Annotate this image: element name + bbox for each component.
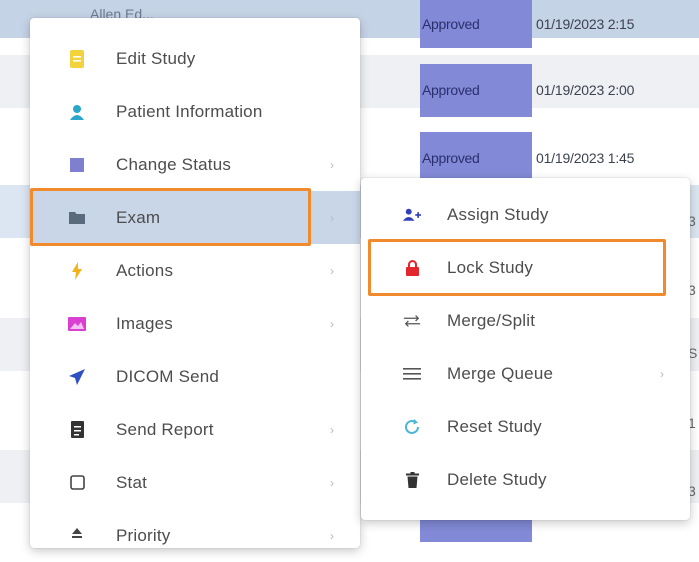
chevron-right-icon: › [330, 157, 334, 172]
add-user-icon [403, 206, 421, 224]
person-icon [68, 103, 86, 121]
menu-item-label: Merge/Split [447, 310, 536, 330]
chevron-right-icon: › [330, 263, 334, 278]
trash-icon [403, 471, 421, 489]
date-cell: 01/19/2023 2:15 [536, 16, 635, 32]
checkbox-icon [68, 474, 86, 492]
menu-item-assign-study[interactable]: Assign Study [361, 188, 690, 241]
lock-icon [403, 259, 421, 277]
menu-item-label: Delete Study [447, 469, 547, 489]
folder-icon [68, 209, 86, 227]
menu-item-label: Assign Study [447, 204, 549, 224]
menu-item-send-report[interactable]: Send Report › [30, 403, 360, 456]
menu-item-label: Actions [116, 260, 174, 280]
chevron-right-icon: › [330, 422, 334, 437]
menu-item-label: Exam [116, 207, 161, 227]
menu-item-merge-split[interactable]: Merge/Split [361, 294, 690, 347]
lightning-icon [68, 261, 86, 280]
chevron-right-icon: › [330, 210, 334, 225]
menu-item-images[interactable]: Images › [30, 297, 360, 350]
swap-arrows-icon [403, 312, 421, 330]
context-menu: Edit Study Patient Information Change St… [30, 18, 360, 548]
menu-item-label: Lock Study [447, 257, 534, 277]
menu-item-label: Reset Study [447, 416, 542, 436]
menu-item-label: Merge Queue [447, 363, 554, 383]
send-icon [68, 368, 86, 386]
refresh-icon [403, 418, 421, 436]
menu-item-label: DICOM Send [116, 366, 220, 386]
menu-item-label: Change Status [116, 154, 232, 174]
status-square-icon [68, 156, 86, 174]
report-icon [68, 421, 86, 439]
menu-item-exam[interactable]: Exam › [30, 191, 360, 244]
chevron-right-icon: › [660, 366, 664, 381]
menu-item-change-status[interactable]: Change Status › [30, 138, 360, 191]
menu-item-label: Send Report [116, 419, 214, 439]
menu-item-delete-study[interactable]: Delete Study [361, 453, 690, 506]
menu-item-label: Images [116, 313, 173, 333]
menu-item-priority[interactable]: Priority › [30, 509, 360, 562]
list-icon [403, 365, 421, 383]
menu-item-dicom-send[interactable]: DICOM Send [30, 350, 360, 403]
menu-item-reset-study[interactable]: Reset Study [361, 400, 690, 453]
menu-item-patient-information[interactable]: Patient Information [30, 85, 360, 138]
menu-item-edit-study[interactable]: Edit Study [30, 32, 360, 85]
menu-item-label: Patient Information [116, 101, 263, 121]
menu-item-lock-study[interactable]: Lock Study [361, 241, 690, 294]
chevron-right-icon: › [330, 528, 334, 543]
menu-item-merge-queue[interactable]: Merge Queue › [361, 347, 690, 400]
menu-item-label: Stat [116, 472, 148, 492]
exam-submenu: Assign Study Lock Study Merge/Split Merg… [361, 178, 690, 520]
status-cell: Approved [420, 64, 532, 117]
menu-item-stat[interactable]: Stat › [30, 456, 360, 509]
image-icon [68, 315, 86, 333]
document-icon [68, 49, 86, 68]
date-cell: 01/19/2023 2:00 [536, 82, 635, 98]
menu-item-label: Priority [116, 525, 171, 545]
status-cell: Approved [420, 0, 532, 48]
menu-item-actions[interactable]: Actions › [30, 244, 360, 297]
chevron-right-icon: › [330, 475, 334, 490]
chevron-right-icon: › [330, 316, 334, 331]
menu-item-label: Edit Study [116, 48, 196, 68]
